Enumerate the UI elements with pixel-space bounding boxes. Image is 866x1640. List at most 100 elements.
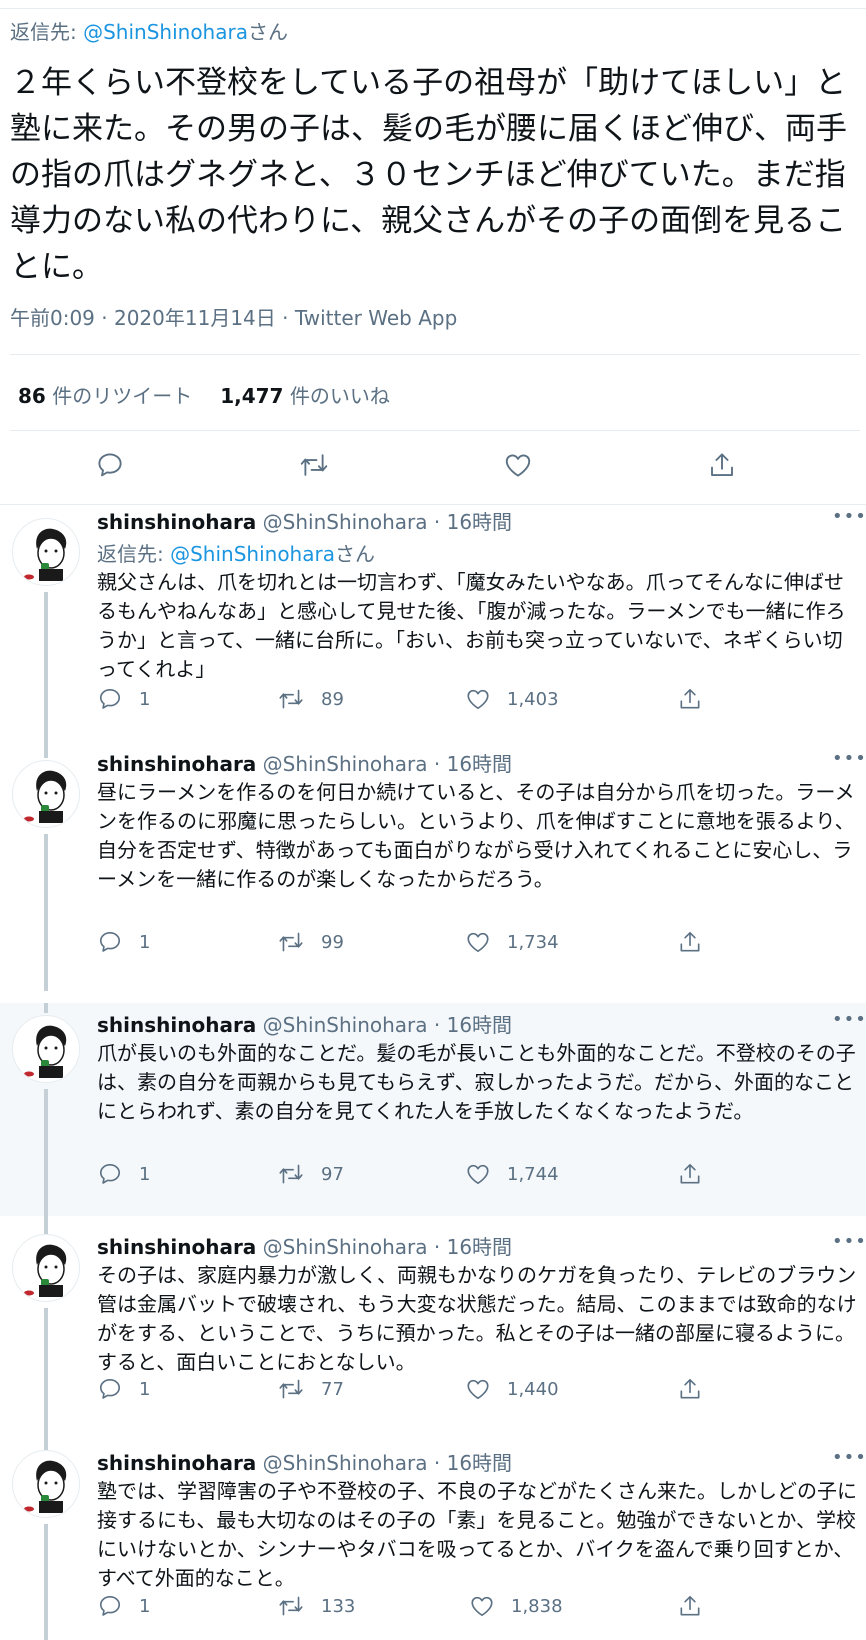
reply-button[interactable]: 1 [97,1159,150,1189]
author-name[interactable]: shinshinohara [97,510,256,534]
author-name[interactable]: shinshinohara [97,1451,256,1475]
thread-line [44,748,48,758]
reply-bubble-icon [99,931,121,952]
more-dots-icon[interactable]: ••• [832,748,866,769]
reply-to-suffix: さん [334,542,375,566]
thread-line [44,1524,48,1640]
reply-count: 1 [139,688,151,710]
share-upload-icon [680,1378,700,1399]
share-button[interactable] [677,1159,719,1189]
reply-to-mention-link[interactable]: @ShinShinohara [170,542,335,566]
reply-count: 1 [139,1378,151,1400]
share-button[interactable] [677,1591,719,1621]
like-button[interactable]: 1,744 [465,1159,559,1189]
reply-action-bar: 1 97 1,744 [97,1159,857,1189]
avatar[interactable] [12,1015,80,1083]
reply-tweet[interactable]: shinshinohara @ShinShinohara · 16時間 ••• … [0,506,866,748]
retweet-arrows-icon [279,1379,303,1399]
thread-line [44,1432,48,1450]
author-name[interactable]: shinshinohara [97,1013,256,1037]
reply-to-mention-link[interactable]: @ShinShinohara [83,20,248,44]
share-upload-icon [680,931,700,952]
reply-text: その子は、家庭内暴力が激しく、両親もかなりのケガを負ったり、テレビのブラウン管は… [97,1263,857,1374]
share-upload-icon [711,453,733,476]
reply-tweet[interactable]: shinshinohara @ShinShinohara · 16時間 ••• … [0,1216,866,1432]
retweet-button[interactable]: 77 [277,1374,344,1404]
avatar[interactable] [12,1234,80,1302]
cartoon-avatar-icon [24,1025,67,1078]
reply-bubble-icon [99,688,121,709]
like-button[interactable]: 1,440 [465,1374,559,1404]
reply-count: 1 [139,1595,151,1617]
heart-icon [467,1379,489,1400]
divider [10,430,860,431]
like-stat[interactable]: 1,477 件のいいね [220,384,390,408]
heart-icon [467,689,489,710]
tweet-meta[interactable]: 午前0:09 · 2020年11月14日 · Twitter Web App [10,302,457,331]
more-dots-icon[interactable]: ••• [832,1231,866,1252]
more-dots-icon[interactable]: ••• [832,1009,866,1030]
avatar[interactable] [12,518,80,586]
share-button[interactable] [704,447,740,483]
author-name[interactable]: shinshinohara [97,752,256,776]
cartoon-avatar-icon [24,1460,67,1513]
main-reply-to: 返信先: @ShinShinoharaさん [10,16,288,45]
share-button[interactable] [677,927,719,957]
reply-button[interactable]: 1 [97,1374,150,1404]
like-count: 1,734 [507,931,559,953]
divider [10,354,860,355]
author-name[interactable]: shinshinohara [97,1235,256,1259]
reply-tweet[interactable]: shinshinohara @ShinShinohara · 16時間 ••• … [0,1432,866,1640]
retweet-button[interactable]: 99 [277,927,344,957]
reply-button[interactable]: 1 [97,1591,150,1621]
retweet-button[interactable]: 97 [277,1159,344,1189]
avatar[interactable] [12,760,80,828]
retweet-count: 99 [321,931,344,953]
reply-action-bar: 1 77 1,440 [97,1374,857,1404]
share-button[interactable] [677,684,719,714]
retweet-button[interactable]: 89 [277,684,344,714]
avatar[interactable] [12,1450,80,1518]
reply-text: 親父さんは、爪を切れとは一切言わず、「魔女みたいやなあ。爪ってそんなに伸ばせるも… [97,570,846,681]
author-handle-time[interactable]: @ShinShinohara · 16時間 [256,1235,512,1259]
more-dots-icon[interactable]: ••• [832,506,866,527]
reply-tweet-highlighted[interactable]: shinshinohara @ShinShinohara · 16時間 ••• … [0,1003,866,1216]
retweet-arrows-icon [279,932,303,952]
cartoon-avatar-icon [24,1244,67,1297]
thread-line [44,1308,48,1432]
like-button[interactable] [500,447,536,483]
reply-to-prefix: 返信先: [10,20,84,44]
reply-action-bar: 1 133 1,838 [97,1591,857,1621]
retweet-count: 97 [321,1163,344,1185]
reply-to: 返信先: @ShinShinoharaさん [97,538,375,567]
like-count: 1,838 [511,1595,563,1617]
main-tweet-text: ２年くらい不登校をしている子の祖母が「助けてほしい」と塾に来た。その男の子は、髪… [10,65,847,285]
author-handle-time[interactable]: @ShinShinohara · 16時間 [256,1451,512,1475]
like-count: 1,440 [507,1378,559,1400]
reply-button[interactable]: 1 [97,927,150,957]
reply-button[interactable]: 1 [97,684,150,714]
retweet-stat[interactable]: 86 件のリツイート [18,384,192,408]
share-button[interactable] [677,1374,719,1404]
reply-header: shinshinohara @ShinShinohara · 16時間 [97,1009,512,1038]
reply-text: 塾では、学習障害の子や不登校の子、不良の子などがたくさん来た。しかしどの子に接す… [97,1479,857,1590]
retweet-button[interactable]: 133 [277,1591,355,1621]
author-handle-time[interactable]: @ShinShinohara · 16時間 [256,752,512,776]
retweet-button[interactable] [296,447,332,483]
reply-tweet[interactable]: shinshinohara @ShinShinohara · 16時間 ••• … [0,748,866,991]
reply-to-suffix: さん [247,20,288,44]
reply-bubble-icon [99,1595,121,1616]
like-button[interactable]: 1,403 [465,684,559,714]
like-button[interactable]: 1,734 [465,927,559,957]
more-dots-icon[interactable]: ••• [832,1447,866,1468]
author-handle-time[interactable]: @ShinShinohara · 16時間 [256,510,512,534]
main-action-bar [0,447,866,487]
thread-line [44,1003,48,1013]
heart-icon [471,1596,493,1617]
like-count: 1,477 [220,384,284,408]
retweet-count: 77 [321,1378,344,1400]
author-handle-time[interactable]: @ShinShinohara · 16時間 [256,1013,512,1037]
like-label: 件のいいね [283,384,390,408]
like-button[interactable]: 1,838 [469,1591,563,1621]
reply-button[interactable] [92,447,128,483]
